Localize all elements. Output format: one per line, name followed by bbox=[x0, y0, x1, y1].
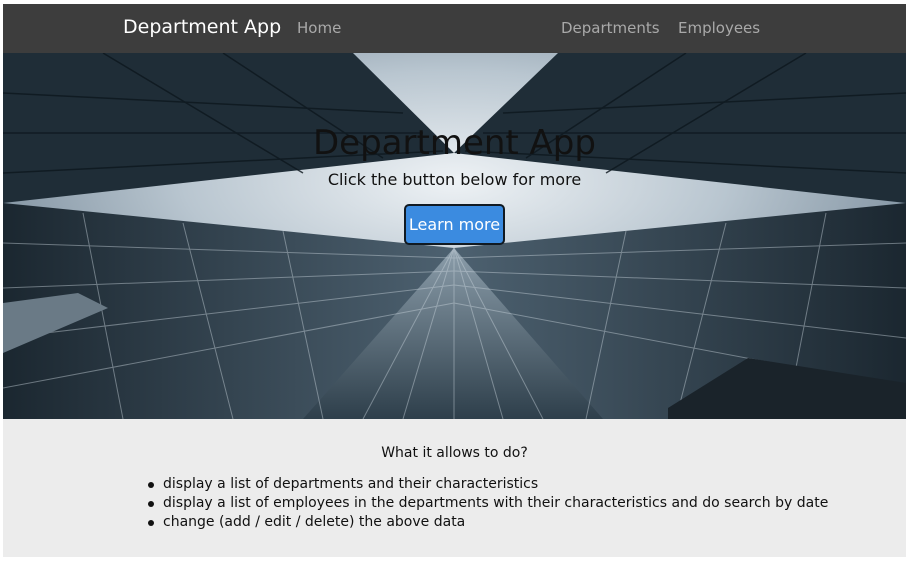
hero-banner: Department App Click the button below fo… bbox=[3, 53, 906, 419]
nav-link-home[interactable]: Home bbox=[297, 19, 341, 37]
feature-item: change (add / edit / delete) the above d… bbox=[147, 513, 828, 532]
learn-more-button[interactable]: Learn more bbox=[404, 204, 505, 245]
feature-item: display a list of employees in the depar… bbox=[147, 495, 829, 511]
features-heading: What it allows to do? bbox=[381, 445, 528, 461]
nav-link-employees[interactable]: Employees bbox=[678, 19, 760, 37]
hero-title: Department App bbox=[313, 123, 596, 163]
navbar-brand[interactable]: Department App bbox=[123, 16, 281, 38]
feature-item: display a list of departments and their … bbox=[147, 475, 828, 494]
features-list: display a list of departments and their … bbox=[147, 475, 829, 532]
nav-link-departments[interactable]: Departments bbox=[561, 19, 660, 37]
navbar: Department App Home Departments Employee… bbox=[3, 4, 906, 53]
app-window: Department App Home Departments Employee… bbox=[3, 4, 906, 557]
features-section: What it allows to do? display a list of … bbox=[3, 419, 906, 557]
hero-subtitle: Click the button below for more bbox=[327, 170, 582, 189]
